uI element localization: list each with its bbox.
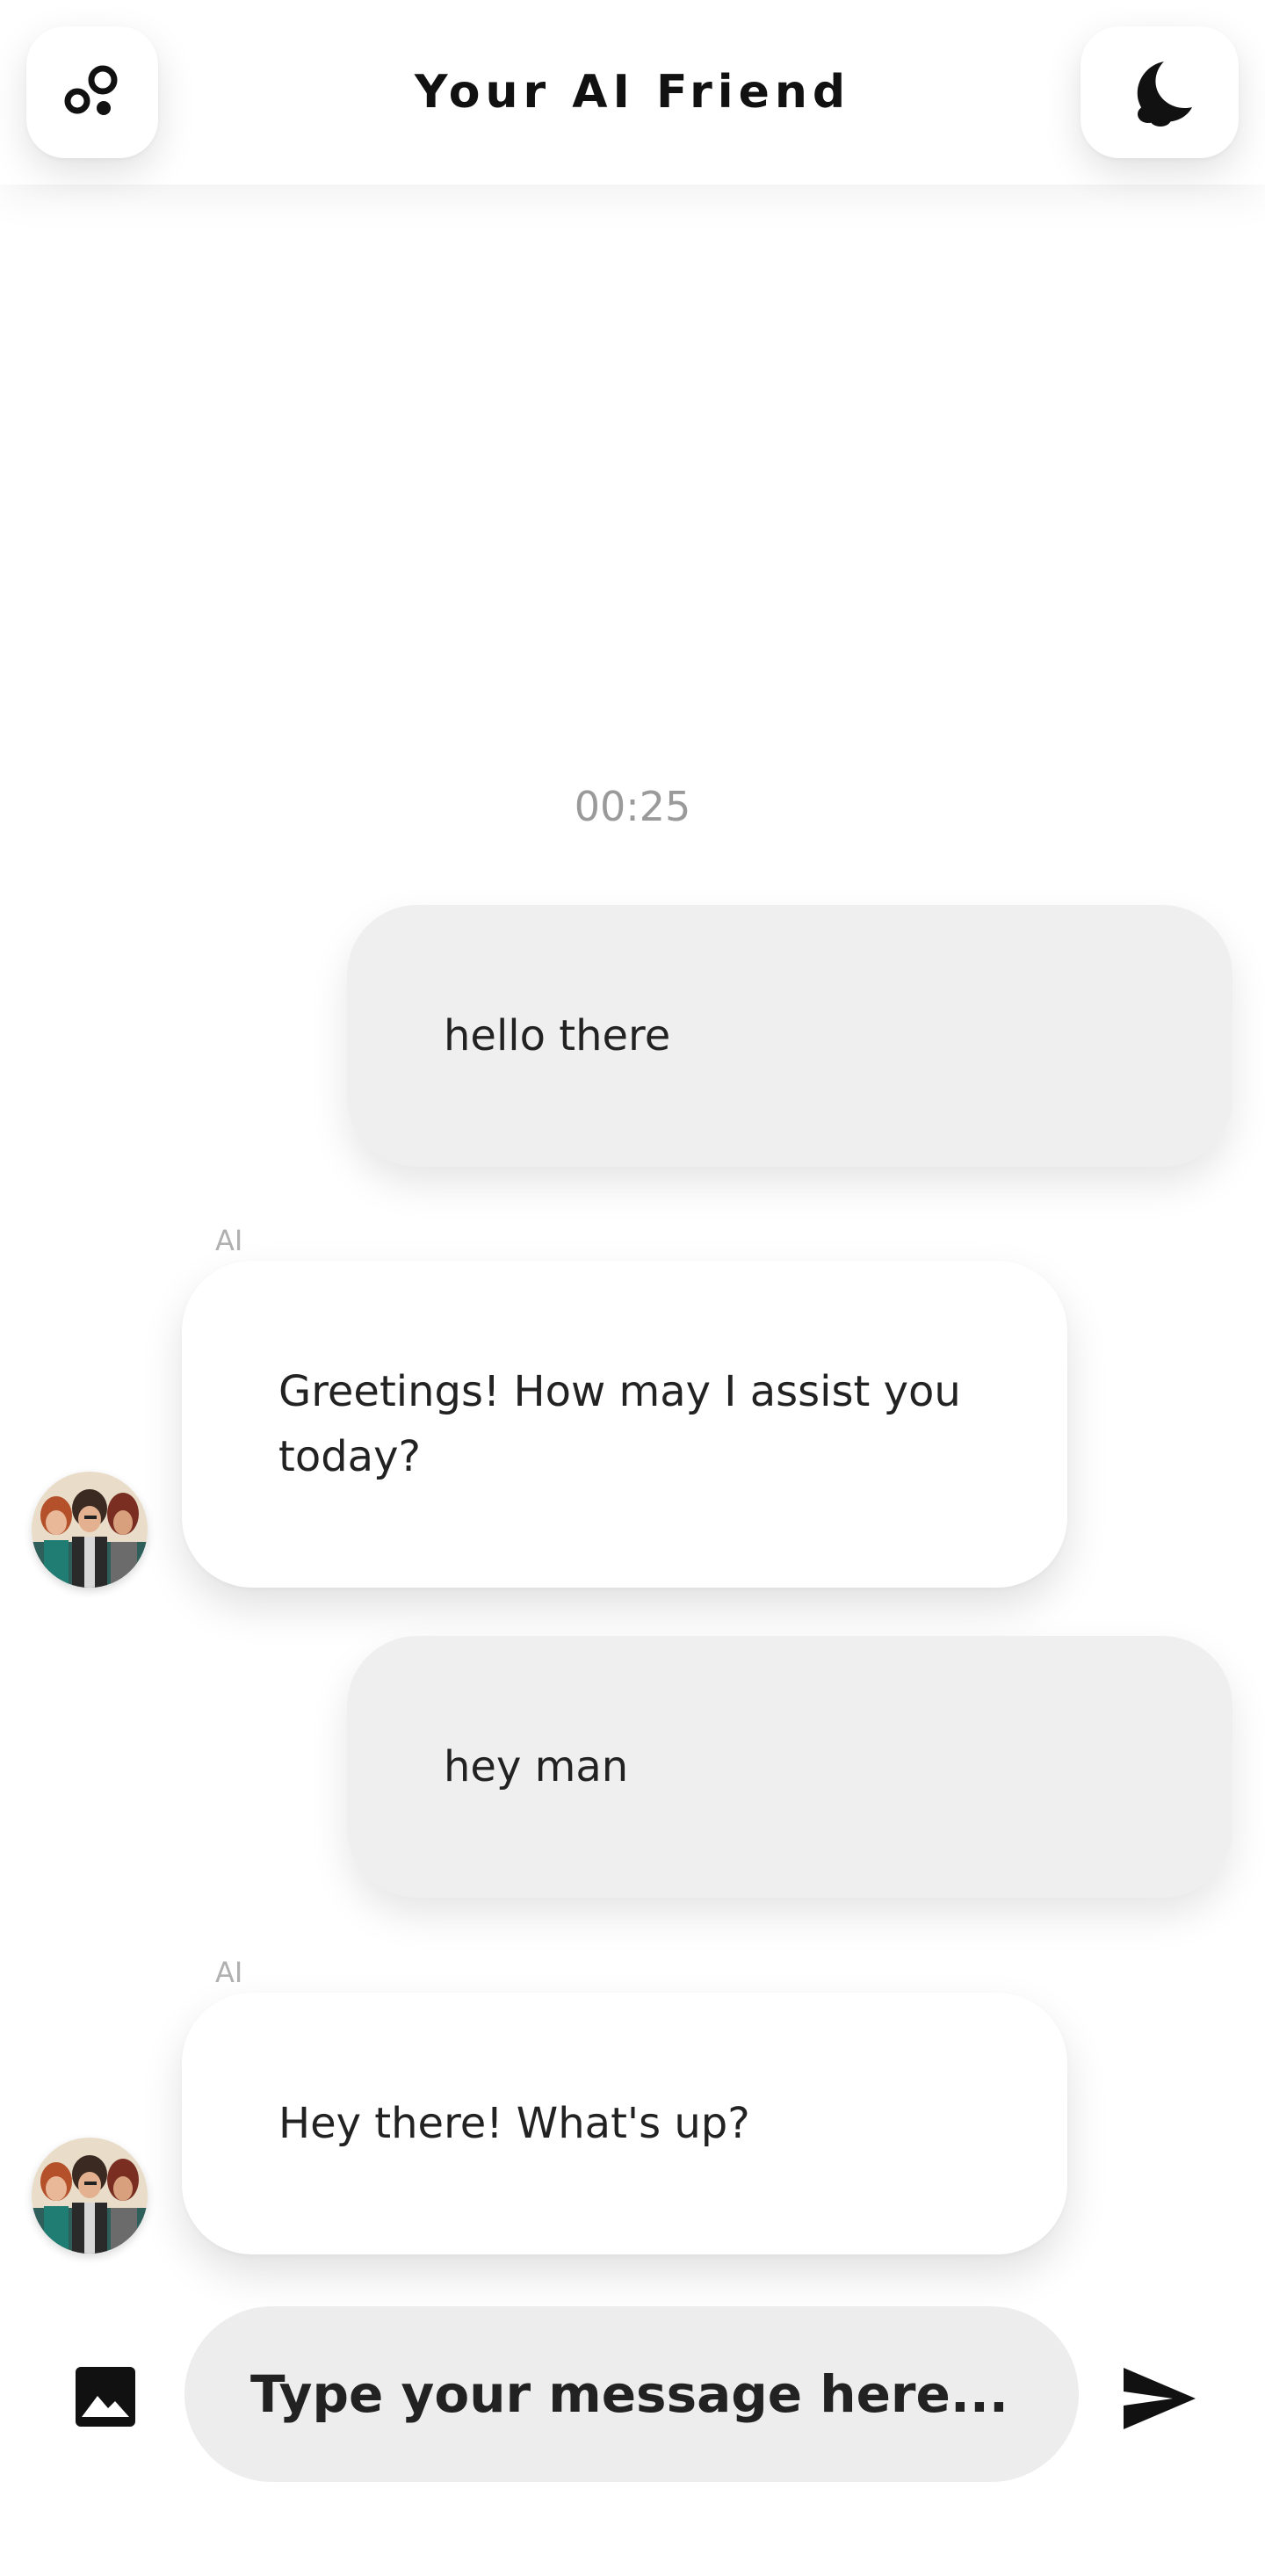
message-text: hello there	[444, 1011, 671, 1060]
message-text: Greetings! How may I assist you today?	[278, 1367, 961, 1481]
sender-label: AI	[215, 1224, 243, 1257]
chat-screen: Your AI Friend 00:25 hello there AI Gree…	[0, 0, 1265, 2576]
theme-toggle-button[interactable]	[1081, 26, 1239, 158]
moon-icon	[1137, 62, 1192, 127]
image-icon	[76, 2367, 135, 2427]
send-icon	[1124, 2368, 1196, 2429]
sender-label: AI	[215, 1956, 243, 1989]
user-message-bubble: hey man	[347, 1636, 1232, 1898]
top-bar: Your AI Friend	[0, 0, 1265, 185]
ai-avatar	[32, 1472, 148, 1588]
chat-timestamp: 00:25	[574, 783, 691, 830]
message-text: hey man	[444, 1742, 629, 1791]
message-text: Hey there! What's up?	[278, 2099, 750, 2148]
send-button[interactable]	[1116, 2355, 1204, 2442]
user-message-bubble: hello there	[347, 905, 1232, 1167]
page-title: Your AI Friend	[414, 66, 851, 119]
ai-message-bubble: Hey there! What's up?	[182, 1993, 1067, 2254]
ai-avatar	[32, 2138, 148, 2254]
message-input[interactable]	[184, 2306, 1079, 2482]
ai-message-bubble: Greetings! How may I assist you today?	[182, 1261, 1067, 1588]
attach-image-button[interactable]	[72, 2363, 139, 2430]
